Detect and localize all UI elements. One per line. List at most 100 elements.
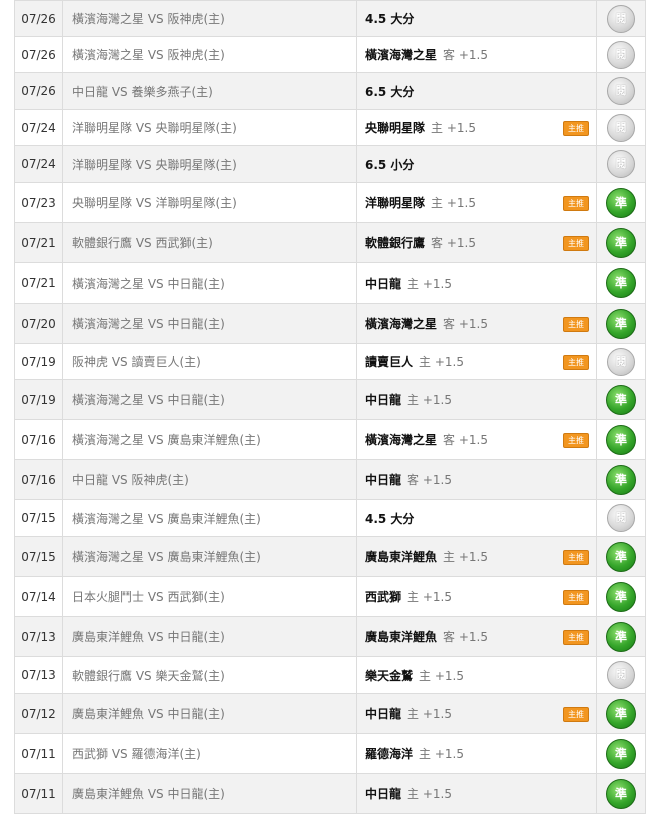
home-team: 阪神虎(主)	[131, 473, 189, 487]
home-pick-badge: 主推	[563, 354, 589, 370]
home-team: 西武獅(主)	[167, 590, 225, 604]
vs-label: VS	[147, 707, 164, 721]
table-row: 07/16 中日龍 VS 阪神虎(主) 中日龍客 +1.5 準	[14, 459, 646, 500]
pick-team: 洋聯明星隊	[365, 196, 426, 210]
pick-team: 中日龍	[365, 707, 402, 721]
game-date: 07/13	[14, 656, 63, 694]
pick-team: 橫濱海灣之星	[365, 433, 438, 447]
accurate-icon[interactable]: 準	[606, 738, 636, 769]
matchup: 軟體銀行鷹 VS 樂天金鷲(主)	[62, 656, 357, 694]
read-icon[interactable]: 閱	[607, 4, 635, 33]
vs-label: VS	[135, 196, 152, 210]
matchup: 中日龍 VS 阪神虎(主)	[62, 459, 357, 500]
accurate-icon[interactable]: 準	[606, 187, 636, 218]
pick-side-handicap: 主 +1.5	[407, 707, 452, 721]
matchup: 橫濱海灣之星 VS 廣島東洋鯉魚(主)	[62, 419, 357, 460]
read-icon[interactable]: 閱	[607, 77, 635, 105]
pick-side-handicap: 客 +1.5	[443, 317, 488, 331]
vs-label: VS	[111, 747, 128, 761]
table-row: 07/24 洋聯明星隊 VS 央聯明星隊(主) 6.5 小分閱	[14, 145, 646, 183]
accurate-icon[interactable]: 準	[606, 384, 636, 415]
away-team: 橫濱海灣之星	[72, 48, 145, 62]
result-cell: 閱	[596, 109, 646, 146]
matchup: 橫濱海灣之星 VS 中日龍(主)	[62, 379, 357, 420]
prediction-cell: 中日龍主 +1.5	[356, 773, 597, 814]
result-cell: 準	[596, 419, 646, 460]
table-row: 07/15 橫濱海灣之星 VS 廣島東洋鯉魚(主) 4.5 大分閱	[14, 499, 646, 537]
read-icon[interactable]: 閱	[607, 150, 635, 178]
result-cell: 準	[596, 616, 646, 657]
matchup: 橫濱海灣之星 VS 阪神虎(主)	[62, 36, 357, 73]
accurate-icon[interactable]: 準	[606, 424, 636, 455]
away-team: 西武獅	[72, 747, 109, 761]
home-pick-badge: 主推	[563, 120, 589, 136]
accurate-icon[interactable]: 準	[606, 308, 636, 339]
read-icon[interactable]: 閱	[607, 661, 635, 689]
home-team: 中日龍(主)	[167, 276, 225, 291]
prediction-cell: 橫濱海灣之星客 +1.5	[356, 36, 597, 73]
table-row: 07/26 橫濱海灣之星 VS 阪神虎(主) 橫濱海灣之星客 +1.5 閱	[14, 36, 646, 73]
home-team: 中日龍(主)	[167, 630, 225, 644]
home-pick-badge: 主推	[563, 316, 589, 332]
predictions-table: 07/26 橫濱海灣之星 VS 阪神虎(主) 4.5 大分閱 07/26 橫濱海灣之星 …	[14, 0, 646, 814]
read-icon[interactable]: 閱	[607, 40, 635, 69]
pick-team: 橫濱海灣之星	[365, 317, 438, 331]
game-date: 07/21	[14, 262, 63, 304]
game-date: 07/24	[14, 109, 63, 146]
result-cell: 閱	[596, 499, 646, 537]
pick-team: 中日龍	[365, 393, 402, 407]
prediction-cell: 軟體銀行鷹客 +1.5 主推	[356, 222, 597, 263]
accurate-icon[interactable]: 準	[606, 464, 636, 495]
accurate-icon[interactable]: 準	[606, 698, 636, 729]
read-icon[interactable]: 閱	[607, 504, 635, 532]
accurate-icon[interactable]: 準	[606, 621, 636, 652]
result-cell: 準	[596, 222, 646, 263]
away-team: 橫濱海灣之星	[72, 433, 145, 447]
home-team: 廣島東洋鯉魚(主)	[167, 550, 261, 564]
read-icon[interactable]: 閱	[607, 113, 635, 142]
matchup: 阪神虎 VS 讀賣巨人(主)	[62, 343, 357, 380]
game-date: 07/14	[14, 576, 63, 617]
result-cell: 準	[596, 182, 646, 223]
prediction-cell: 中日龍客 +1.5	[356, 459, 597, 500]
table-row: 07/26 中日龍 VS 養樂多燕子(主) 6.5 大分閱	[14, 72, 646, 110]
result-cell: 準	[596, 536, 646, 577]
result-cell: 準	[596, 576, 646, 617]
read-icon[interactable]: 閱	[607, 347, 635, 376]
pick-side-handicap: 主 +1.5	[407, 787, 452, 801]
away-team: 軟體銀行鷹	[72, 236, 133, 250]
matchup: 橫濱海灣之星 VS 中日龍(主)	[62, 303, 357, 344]
game-date: 07/26	[14, 72, 63, 110]
accurate-icon[interactable]: 準	[606, 581, 636, 612]
table-row: 07/11 西武獅 VS 羅德海洋(主) 羅德海洋主 +1.5 準	[14, 733, 646, 774]
pick-team: 廣島東洋鯉魚	[365, 630, 438, 644]
result-cell: 準	[596, 262, 646, 304]
away-team: 橫濱海灣之星	[72, 511, 145, 526]
table-row: 07/11 廣島東洋鯉魚 VS 中日龍(主) 中日龍主 +1.5 準	[14, 773, 646, 814]
home-team: 羅德海洋(主)	[131, 747, 201, 761]
vs-label: VS	[147, 393, 164, 407]
vs-label: VS	[147, 276, 164, 291]
prediction-cell: 洋聯明星隊主 +1.5 主推	[356, 182, 597, 223]
accurate-icon[interactable]: 準	[606, 541, 636, 572]
result-cell: 閱	[596, 36, 646, 73]
result-cell: 閱	[596, 343, 646, 380]
prediction-cell: 中日龍主 +1.5	[356, 379, 597, 420]
accurate-icon[interactable]: 準	[606, 227, 636, 258]
accurate-icon[interactable]: 準	[606, 268, 636, 298]
table-row: 07/12 廣島東洋鯉魚 VS 中日龍(主) 中日龍主 +1.5 主推準	[14, 693, 646, 734]
home-pick-badge: 主推	[563, 589, 589, 605]
home-team: 廣島東洋鯉魚(主)	[167, 511, 261, 526]
accurate-icon[interactable]: 準	[606, 778, 636, 809]
result-cell: 準	[596, 379, 646, 420]
pick-side-handicap: 主 +1.5	[407, 393, 452, 407]
matchup: 日本火腿鬥士 VS 西武獅(主)	[62, 576, 357, 617]
matchup: 廣島東洋鯉魚 VS 中日龍(主)	[62, 773, 357, 814]
game-date: 07/23	[14, 182, 63, 223]
game-date: 07/19	[14, 379, 63, 420]
away-team: 軟體銀行鷹	[72, 668, 133, 683]
vs-label: VS	[147, 550, 164, 564]
prediction-cell: 讀賣巨人主 +1.5 主推	[356, 343, 597, 380]
vs-label: VS	[147, 787, 164, 801]
table-row: 07/15 橫濱海灣之星 VS 廣島東洋鯉魚(主) 廣島東洋鯉魚主 +1.5 主推準	[14, 536, 646, 577]
